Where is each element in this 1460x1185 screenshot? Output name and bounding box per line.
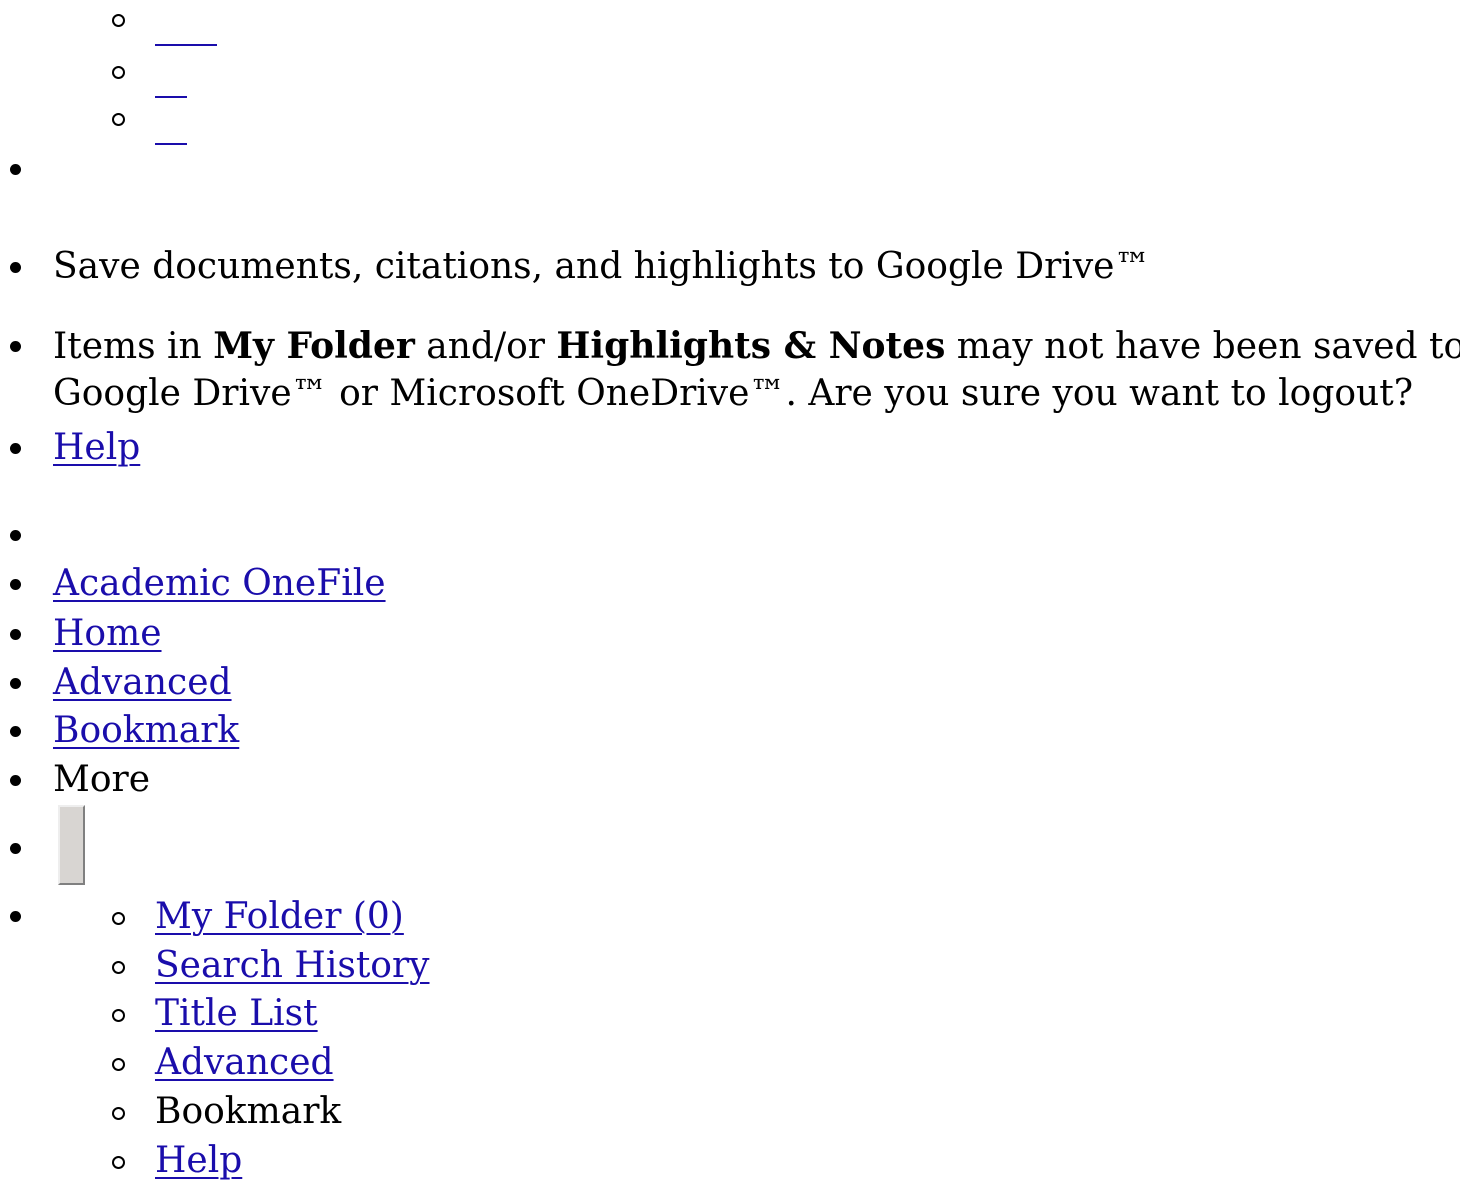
advanced-search-link[interactable]: Advanced (155, 1042, 334, 1083)
nav-item-bookmark: Bookmark (53, 707, 239, 755)
list-bullet (10, 530, 21, 541)
list-bullet (112, 912, 125, 925)
list-bullet (112, 1009, 125, 1022)
list-bullet (112, 1156, 125, 1169)
list-bullet (10, 443, 21, 454)
search-history-link[interactable]: Search History (155, 945, 430, 986)
list-bullet (10, 629, 21, 640)
title-list-link[interactable]: Title List (155, 993, 318, 1034)
google-drive-save-text: Save documents, citations, and highlight… (53, 246, 1151, 287)
more-menu-item: Title List (155, 990, 318, 1038)
empty-link[interactable] (155, 52, 187, 98)
logout-warning-line-2: Google Drive™ or Microsoft OneDrive™. Ar… (53, 373, 1414, 414)
help-item: Help (53, 424, 140, 472)
nav-item-home: Home (53, 610, 162, 658)
empty-link[interactable] (155, 99, 187, 145)
warning-text: Items in (53, 326, 214, 367)
nav-item-academic-onefile: Academic OneFile (53, 560, 386, 608)
list-bullet (10, 579, 21, 590)
warning-text: may not have been saved to (945, 326, 1460, 367)
logout-warning: Items in My Folder and/or Highlights & N… (53, 322, 1460, 371)
list-bullet (10, 843, 21, 854)
more-menu-item-bookmark[interactable]: Bookmark (155, 1088, 341, 1136)
home-link[interactable]: Home (53, 613, 162, 654)
academic-onefile-link[interactable]: Academic OneFile (53, 563, 386, 604)
more-menu-item: Search History (155, 942, 430, 990)
list-bullet (112, 14, 125, 27)
nav-item-advanced: Advanced (53, 659, 232, 707)
help-link[interactable]: Help (53, 427, 140, 468)
more-menu-item: My Folder (0) (155, 893, 404, 941)
menu-toggle-button[interactable] (58, 805, 85, 885)
my-folder-label: My Folder (213, 325, 415, 367)
list-bullet (10, 164, 21, 175)
advanced-link[interactable]: Advanced (53, 662, 232, 703)
nav-item-more[interactable]: More (53, 756, 150, 804)
help-menu-link[interactable]: Help (155, 1140, 242, 1181)
list-bullet (10, 678, 21, 689)
top-sublist-item-1[interactable] (155, 0, 217, 59)
list-bullet (10, 341, 21, 352)
list-bullet (10, 262, 21, 273)
list-bullet (112, 961, 125, 974)
warning-text: and/or (414, 326, 557, 367)
top-sublist-item-3[interactable] (155, 99, 187, 158)
list-bullet (112, 1107, 125, 1120)
my-folder-link[interactable]: My Folder (0) (155, 896, 404, 937)
more-menu-item: Advanced (155, 1039, 334, 1087)
list-bullet (112, 1058, 125, 1071)
list-bullet (10, 726, 21, 737)
more-menu-item: Help (155, 1137, 242, 1185)
empty-link[interactable] (155, 0, 217, 46)
bookmark-link[interactable]: Bookmark (53, 710, 239, 751)
list-bullet (112, 66, 125, 79)
list-bullet (10, 911, 21, 922)
list-bullet (112, 113, 125, 126)
list-bullet (10, 775, 21, 786)
highlights-notes-label: Highlights & Notes (556, 325, 946, 367)
